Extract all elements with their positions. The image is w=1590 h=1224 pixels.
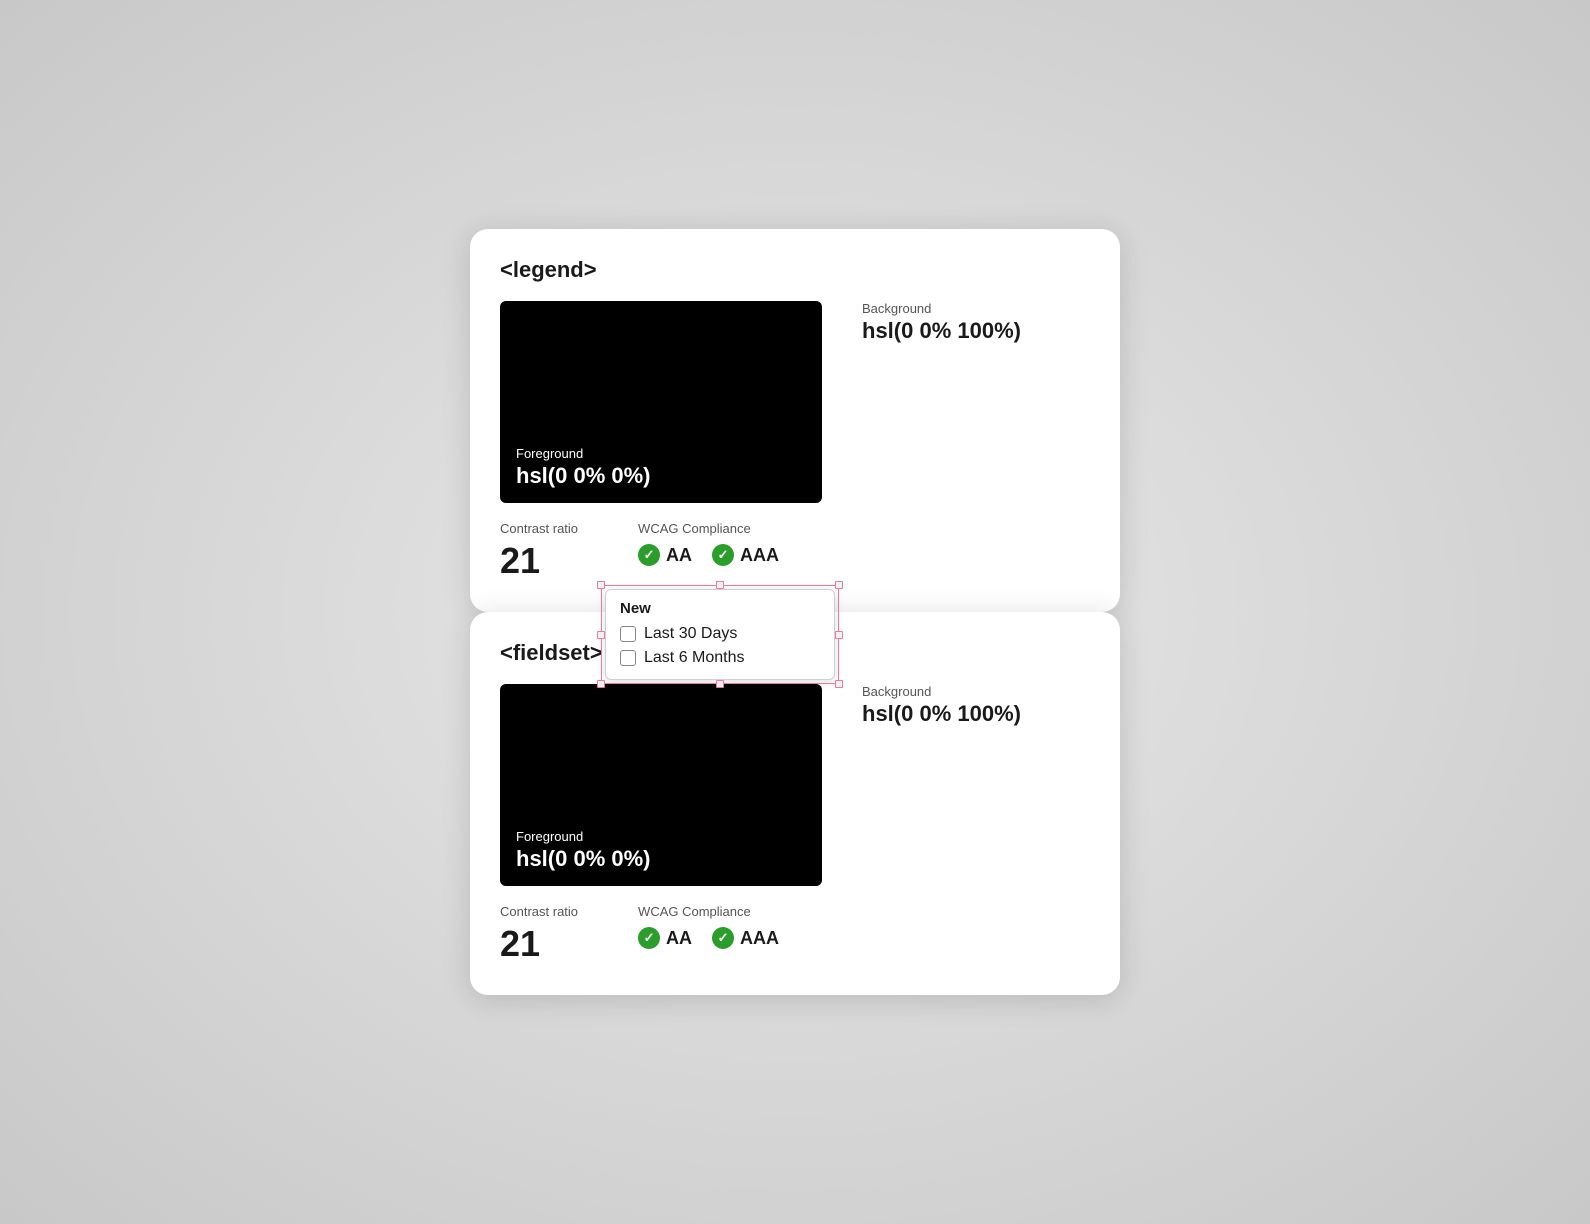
fieldset-aaa-check-icon: ✓ — [712, 927, 734, 949]
legend-card: <legend> Foreground hsl(0 0% 0%) Backgro… — [470, 229, 1120, 612]
legend-fg-label: Foreground — [516, 446, 806, 461]
legend-metrics-row: Contrast ratio 21 WCAG Compliance ✓ AA ✓… — [500, 521, 1090, 582]
fieldset-wcag-badges: ✓ AA ✓ AAA — [638, 927, 779, 949]
fieldset-bg-info: Background hsl(0 0% 100%) — [862, 684, 1021, 741]
popup-checkbox-0[interactable] — [620, 626, 636, 642]
legend-wcag-badges: ✓ AA ✓ AAA — [638, 544, 779, 566]
fieldset-aaa-badge: ✓ AAA — [712, 927, 779, 949]
popup-item-label-0: Last 30 Days — [644, 625, 737, 643]
fieldset-color-info-row: Foreground hsl(0 0% 0%) Background hsl(0… — [500, 684, 1090, 886]
legend-contrast-value: 21 — [500, 540, 578, 582]
fieldset-aaa-label: AAA — [740, 928, 779, 949]
fieldset-aa-check-icon: ✓ — [638, 927, 660, 949]
legend-aa-badge: ✓ AA — [638, 544, 692, 566]
legend-aaa-badge: ✓ AAA — [712, 544, 779, 566]
fieldset-bg-value: hsl(0 0% 100%) — [862, 701, 1021, 727]
fieldset-bg-label: Background — [862, 684, 1021, 699]
fieldset-fg-label: Foreground — [516, 829, 806, 844]
legend-wcag-block: WCAG Compliance ✓ AA ✓ AAA — [638, 521, 779, 566]
legend-aaa-label: AAA — [740, 545, 779, 566]
popup-title: New — [620, 600, 820, 617]
popup-item-0[interactable]: Last 30 Days — [620, 625, 820, 643]
legend-contrast-label: Contrast ratio — [500, 521, 578, 536]
legend-bg-value: hsl(0 0% 100%) — [862, 318, 1021, 344]
popup-checkbox-1[interactable] — [620, 650, 636, 666]
legend-card-title: <legend> — [500, 257, 1090, 283]
fieldset-wcag-block: WCAG Compliance ✓ AA ✓ AAA — [638, 904, 779, 949]
legend-wcag-label: WCAG Compliance — [638, 521, 779, 536]
legend-preview-box: Foreground hsl(0 0% 0%) — [500, 301, 822, 503]
legend-bg-label: Background — [862, 301, 1021, 316]
popup-item-1[interactable]: Last 6 Months — [620, 649, 820, 667]
fieldset-color-block: Foreground hsl(0 0% 0%) — [500, 684, 822, 886]
legend-color-info-row: Foreground hsl(0 0% 0%) Background hsl(0… — [500, 301, 1090, 503]
popup-container: New Last 30 Days Last 6 Months — [605, 589, 835, 680]
legend-bg-info: Background hsl(0 0% 100%) — [862, 301, 1021, 358]
fieldset-contrast-label: Contrast ratio — [500, 904, 578, 919]
fieldset-fg-value: hsl(0 0% 0%) — [516, 846, 806, 872]
fieldset-preview-box: Foreground hsl(0 0% 0%) — [500, 684, 822, 886]
legend-aa-label: AA — [666, 545, 692, 566]
legend-aaa-check-icon: ✓ — [712, 544, 734, 566]
legend-aa-check-icon: ✓ — [638, 544, 660, 566]
fieldset-contrast-block: Contrast ratio 21 — [500, 904, 578, 965]
fieldset-aa-label: AA — [666, 928, 692, 949]
cards-wrapper: <legend> Foreground hsl(0 0% 0%) Backgro… — [470, 229, 1120, 995]
fieldset-metrics-row: Contrast ratio 21 WCAG Compliance ✓ AA ✓… — [500, 904, 1090, 965]
fieldset-wcag-label: WCAG Compliance — [638, 904, 779, 919]
legend-contrast-block: Contrast ratio 21 — [500, 521, 578, 582]
fieldset-aa-badge: ✓ AA — [638, 927, 692, 949]
legend-color-block: Foreground hsl(0 0% 0%) — [500, 301, 822, 503]
legend-fg-value: hsl(0 0% 0%) — [516, 463, 806, 489]
popup-item-label-1: Last 6 Months — [644, 649, 745, 667]
popup-box: New Last 30 Days Last 6 Months — [605, 589, 835, 680]
popup-overlay: New Last 30 Days Last 6 Months — [605, 589, 835, 680]
fieldset-contrast-value: 21 — [500, 923, 578, 965]
